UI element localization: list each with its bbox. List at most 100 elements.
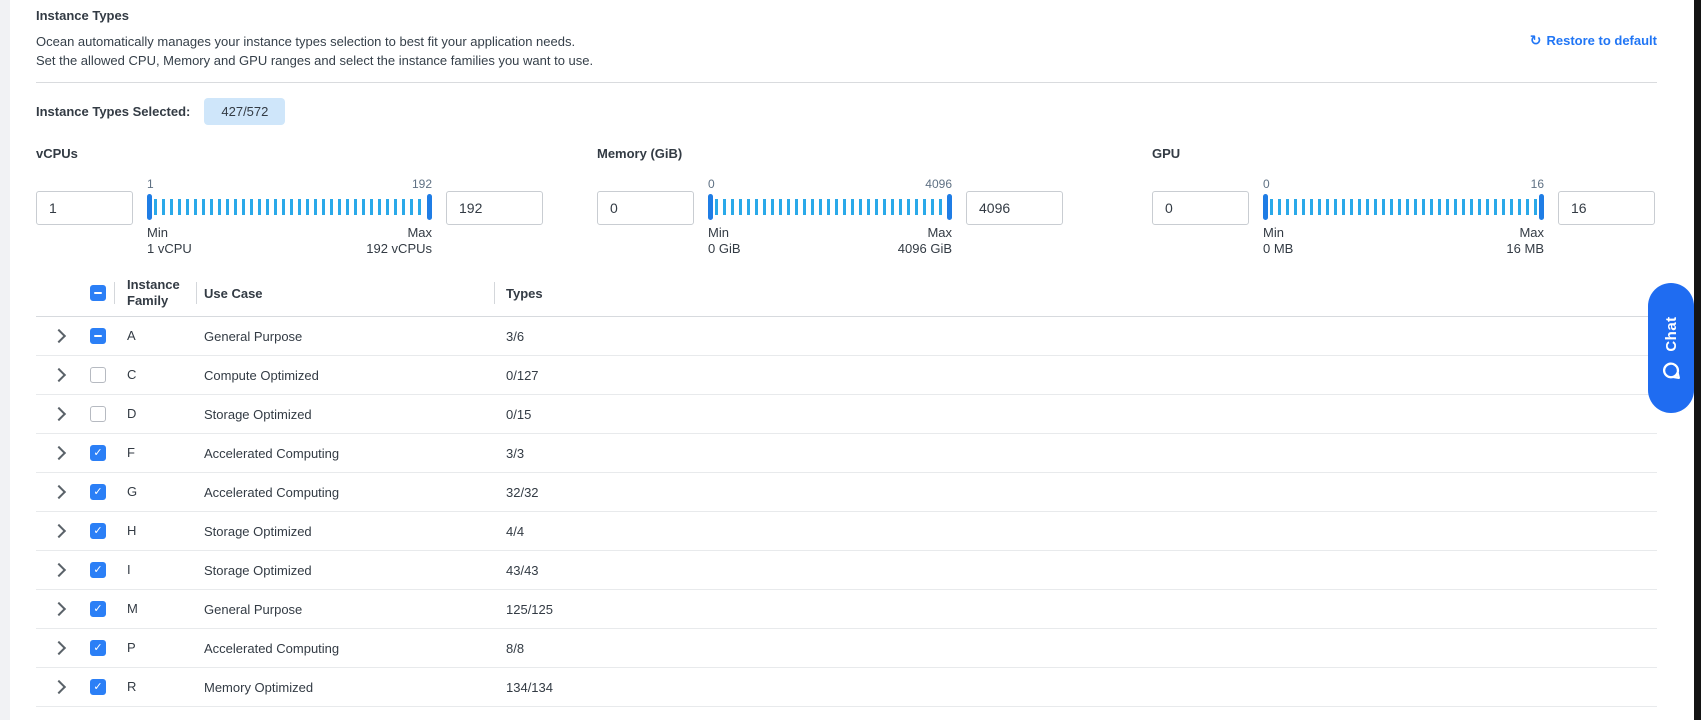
range-sliders-section: vCPUs 1 192 Min Max 1 vCPU <box>36 146 1657 256</box>
select-all-checkbox[interactable] <box>90 285 106 301</box>
row-checkbox[interactable] <box>90 679 106 695</box>
range-min-input[interactable] <box>1152 191 1249 225</box>
slider-value-labels: 0 4096 <box>708 177 952 192</box>
row-checkbox-cell <box>80 328 114 344</box>
table-row: R Memory Optimized 134/134 <box>36 668 1657 707</box>
row-checkbox-cell <box>80 562 114 578</box>
row-checkbox[interactable] <box>90 562 106 578</box>
row-instance-family: M <box>114 601 196 617</box>
row-expander-cell <box>36 643 80 653</box>
slider-unit-labels: 0 MB 16 MB <box>1263 241 1544 256</box>
slider-unit-labels: 1 vCPU 192 vCPUs <box>147 241 432 256</box>
range-group: vCPUs 1 192 Min Max 1 vCPU <box>36 146 543 256</box>
restore-to-default-button[interactable]: ↻ Restore to default <box>1530 32 1657 49</box>
slider-min-label: Min <box>708 225 729 240</box>
chevron-right-icon[interactable] <box>52 524 66 538</box>
row-checkbox-cell <box>80 601 114 617</box>
row-use-case: Memory Optimized <box>196 680 494 695</box>
row-types-count: 134/134 <box>494 680 1657 695</box>
header-checkbox-cell <box>80 285 114 301</box>
selected-count-badge: 427/572 <box>204 98 285 125</box>
slider-max-value-label: 16 <box>1531 177 1544 192</box>
slider-max-unit-label: 192 vCPUs <box>366 241 432 256</box>
slider-max-unit-label: 16 MB <box>1506 241 1544 256</box>
right-edge-strip <box>1694 0 1701 720</box>
row-checkbox[interactable] <box>90 367 106 383</box>
row-types-count: 8/8 <box>494 641 1657 656</box>
row-instance-family: P <box>114 640 196 656</box>
row-checkbox[interactable] <box>90 328 106 344</box>
table-row: D Storage Optimized 0/15 <box>36 395 1657 434</box>
slider-ticks <box>154 199 425 215</box>
slider-track <box>708 194 952 220</box>
slider-min-handle[interactable] <box>1263 194 1268 220</box>
slider-min-value-label: 1 <box>147 177 154 192</box>
slider-max-label: Max <box>927 225 952 240</box>
range-max-input[interactable] <box>446 191 543 225</box>
slider-min-unit-label: 0 GiB <box>708 241 741 256</box>
column-header-instance-family: Instance Family <box>114 277 196 309</box>
range-max-input[interactable] <box>1558 191 1655 225</box>
range-slider: 1 192 Min Max 1 vCPU 192 vCPUs <box>147 177 432 256</box>
chevron-right-icon[interactable] <box>52 407 66 421</box>
chevron-right-icon[interactable] <box>52 602 66 616</box>
row-checkbox[interactable] <box>90 445 106 461</box>
row-use-case: General Purpose <box>196 602 494 617</box>
slider-max-value-label: 192 <box>412 177 432 192</box>
row-instance-family: C <box>114 367 196 383</box>
slider-min-handle[interactable] <box>708 194 713 220</box>
chat-button-label: Chat <box>1663 316 1680 351</box>
row-instance-family: F <box>114 445 196 461</box>
row-checkbox[interactable] <box>90 406 106 422</box>
row-expander-cell <box>36 682 80 692</box>
slider-max-handle[interactable] <box>1539 194 1544 220</box>
row-types-count: 4/4 <box>494 524 1657 539</box>
range-max-input[interactable] <box>966 191 1063 225</box>
instance-family-table: Instance Family Use Case Types A General… <box>36 270 1657 707</box>
row-checkbox[interactable] <box>90 601 106 617</box>
slider-min-handle[interactable] <box>147 194 152 220</box>
row-types-count: 43/43 <box>494 563 1657 578</box>
range-min-input[interactable] <box>36 191 133 225</box>
chat-button-inner: Chat <box>1648 283 1694 413</box>
chevron-right-icon[interactable] <box>52 641 66 655</box>
table-body: A General Purpose 3/6 C Compute Optimize… <box>36 317 1657 707</box>
chevron-right-icon[interactable] <box>52 446 66 460</box>
header-divider <box>36 82 1657 83</box>
chevron-right-icon[interactable] <box>52 563 66 577</box>
row-types-count: 3/3 <box>494 446 1657 461</box>
slider-max-handle[interactable] <box>427 194 432 220</box>
left-edge-strip <box>0 0 10 720</box>
row-instance-family: H <box>114 523 196 539</box>
table-row: G Accelerated Computing 32/32 <box>36 473 1657 512</box>
slider-min-value-label: 0 <box>1263 177 1270 192</box>
range-min-input[interactable] <box>597 191 694 225</box>
chevron-right-icon[interactable] <box>52 368 66 382</box>
slider-max-unit-label: 4096 GiB <box>898 241 952 256</box>
slider-max-handle[interactable] <box>947 194 952 220</box>
chat-button[interactable]: Chat <box>1648 283 1694 413</box>
row-checkbox[interactable] <box>90 484 106 500</box>
row-expander-cell <box>36 565 80 575</box>
row-checkbox-cell <box>80 484 114 500</box>
row-checkbox-cell <box>80 640 114 656</box>
row-expander-cell <box>36 331 80 341</box>
restore-label: Restore to default <box>1546 33 1657 48</box>
chevron-right-icon[interactable] <box>52 485 66 499</box>
slider-track <box>147 194 432 220</box>
range-row: 0 16 Min Max 0 MB 16 MB <box>1152 177 1655 256</box>
chevron-right-icon[interactable] <box>52 680 66 694</box>
row-checkbox-cell <box>80 406 114 422</box>
slider-minmax-labels: Min Max <box>147 225 432 240</box>
row-use-case: Storage Optimized <box>196 407 494 422</box>
row-checkbox-cell <box>80 523 114 539</box>
row-checkbox-cell <box>80 445 114 461</box>
chevron-right-icon[interactable] <box>52 329 66 343</box>
row-checkbox-cell <box>80 679 114 695</box>
column-header-types: Types <box>494 286 1657 301</box>
row-types-count: 125/125 <box>494 602 1657 617</box>
table-header-row: Instance Family Use Case Types <box>36 270 1657 317</box>
table-row: H Storage Optimized 4/4 <box>36 512 1657 551</box>
row-checkbox[interactable] <box>90 523 106 539</box>
row-checkbox[interactable] <box>90 640 106 656</box>
